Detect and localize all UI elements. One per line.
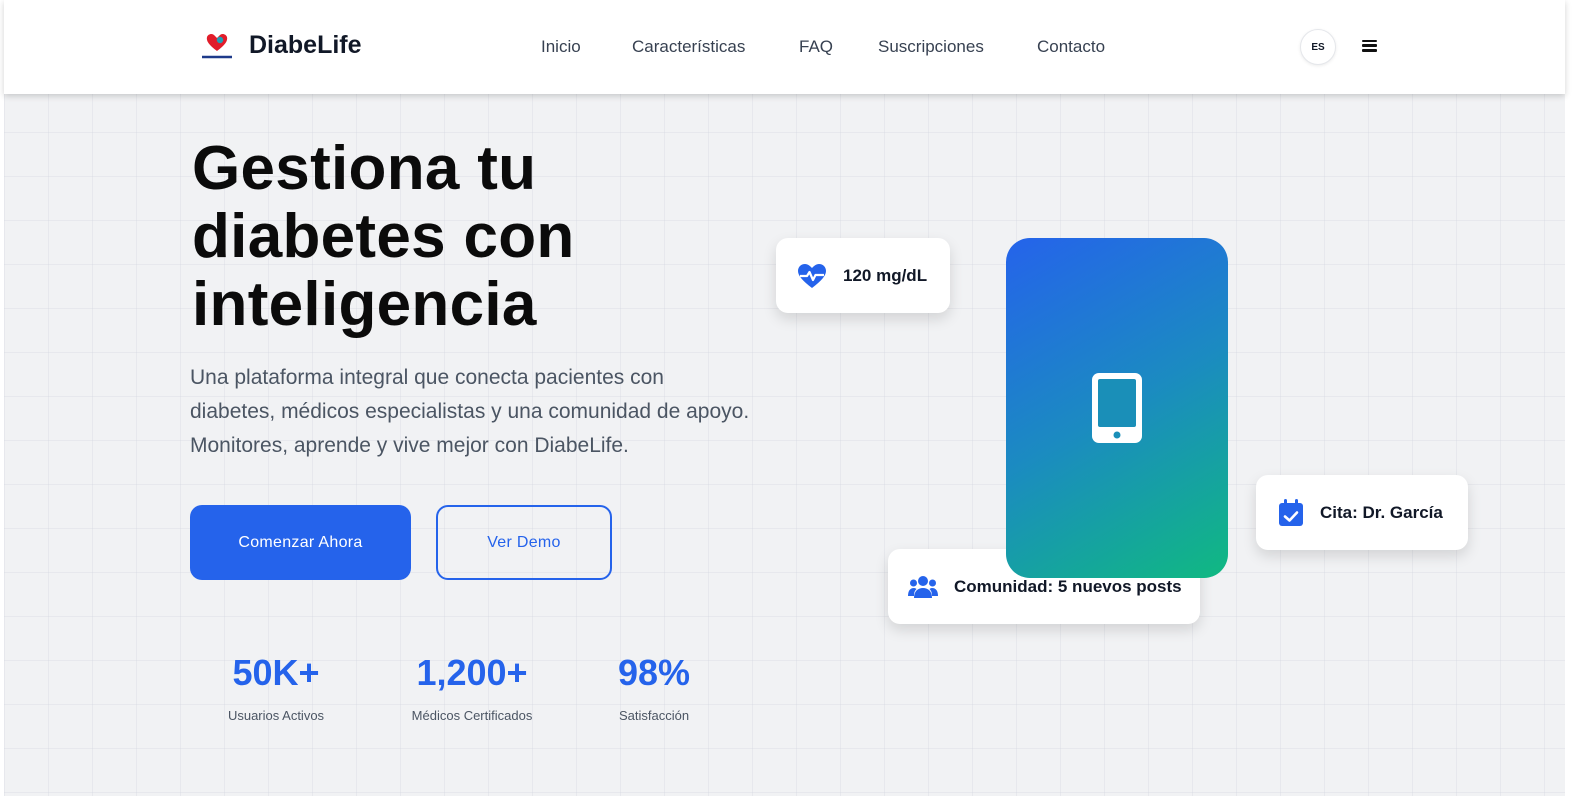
site-header: DiabeLife Inicio Características FAQ Sus… <box>4 0 1565 94</box>
stat-value: 1,200+ <box>416 652 528 693</box>
appointment-text: Cita: Dr. García <box>1320 502 1443 522</box>
hero-subtitle: Una plataforma integral que conecta paci… <box>190 366 750 457</box>
nav-item-inicio[interactable]: Inicio <box>541 37 581 57</box>
stat-label: Satisfacción <box>618 708 690 723</box>
appointment-card: Cita: Dr. García <box>1256 475 1468 550</box>
stat-value: 50K+ <box>232 652 320 693</box>
users-icon <box>908 575 938 599</box>
view-demo-button[interactable]: Ver Demo <box>436 505 612 580</box>
stat-certified-doctors: 1,200+ Médicos Certificados <box>402 652 542 723</box>
stat-value: 98% <box>617 652 691 693</box>
stat-label: Usuarios Activos <box>227 708 325 723</box>
language-toggle-button[interactable]: ES <box>1300 29 1336 65</box>
stat-label: Médicos Certificados <box>411 708 533 723</box>
nav-item-contacto[interactable]: Contacto <box>1037 37 1105 57</box>
start-now-button[interactable]: Comenzar Ahora <box>190 505 411 580</box>
nav-item-suscripciones[interactable]: Suscripciones <box>878 37 984 57</box>
heartbeat-icon <box>797 263 827 289</box>
stat-active-users: 50K+ Usuarios Activos <box>216 652 336 723</box>
community-text: Comunidad: 5 nuevos posts <box>954 576 1182 596</box>
stat-satisfaction: 98% Satisfacción <box>604 652 704 723</box>
hero-title: Gestiona tu diabetes con inteligencia <box>192 134 575 339</box>
glucose-value: 120 mg/dL <box>843 265 928 285</box>
hamburger-menu-icon[interactable] <box>1361 37 1379 55</box>
nav-item-caracteristicas[interactable]: Características <box>632 37 745 57</box>
nav-item-faq[interactable]: FAQ <box>799 37 833 57</box>
glucose-card: 120 mg/dL <box>776 238 950 313</box>
calendar-check-icon <box>1278 498 1304 527</box>
mobile-phone-icon <box>1092 373 1142 443</box>
phone-illustration <box>1006 238 1228 578</box>
